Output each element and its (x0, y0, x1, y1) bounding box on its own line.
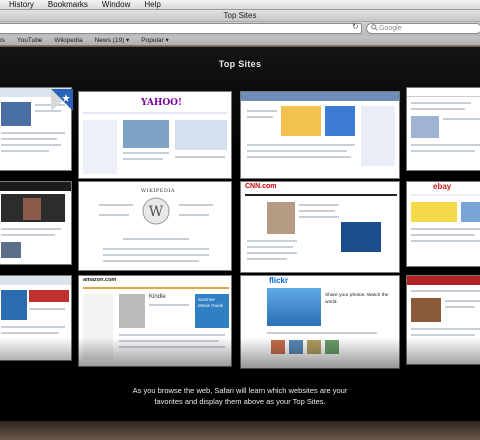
toolbar: ↻ Google (0, 22, 480, 36)
top-site-thumbnail[interactable] (0, 181, 72, 265)
top-site-thumbnail[interactable] (240, 91, 400, 179)
search-icon (371, 24, 378, 31)
menu-history[interactable]: History (0, 0, 40, 10)
summer-movie-label: Summer Movie Guide (198, 297, 224, 308)
flickr-tagline: Share your photos. Watch the world. (325, 293, 389, 305)
window-title: Top Sites (0, 10, 480, 22)
bookmark-popular-folder[interactable]: Popular ▾ (135, 36, 174, 46)
message-line-2: favorites and display them above as your… (154, 397, 326, 406)
top-site-ebay[interactable]: ebay (406, 181, 480, 267)
reload-icon[interactable]: ↻ (352, 22, 359, 32)
flickr-logo: flickr (269, 276, 289, 285)
menu-bar: History Bookmarks Window Help (0, 0, 480, 10)
top-site-yahoo[interactable]: YAHOO! (78, 91, 232, 179)
search-input[interactable]: Google (366, 23, 480, 34)
yahoo-logo: YAHOO! (141, 98, 182, 108)
menu-help[interactable]: Help (136, 0, 166, 10)
bookmarks-bar: ps YouTube Wikipedia News (19) ▾ Popular… (0, 36, 480, 46)
menu-bookmarks[interactable]: Bookmarks (40, 0, 94, 10)
desktop-background (0, 421, 480, 440)
top-sites-message: As you browse the web, Safari will learn… (0, 385, 480, 407)
address-field[interactable] (0, 23, 362, 34)
message-line-1: As you browse the web, Safari will learn… (132, 386, 348, 395)
top-site-cnn[interactable]: CNN.com (240, 181, 400, 273)
top-sites-heading: Top Sites (218, 59, 262, 69)
bookmark-apps[interactable]: ps (0, 36, 11, 46)
top-site-thumbnail[interactable] (406, 87, 480, 171)
top-site-wikipedia[interactable]: WIKIPEDIA W (78, 181, 232, 271)
cnn-logo: CNN.com (245, 183, 277, 190)
menu-window[interactable]: Window (94, 0, 136, 10)
bookmark-youtube[interactable]: YouTube (11, 36, 49, 46)
svg-text:W: W (149, 204, 164, 220)
pin-icon[interactable] (51, 89, 73, 111)
kindle-label: Kindle (149, 294, 166, 300)
wikipedia-globe-icon: W (142, 197, 170, 225)
summer-movie-banner: Summer Movie Guide (195, 294, 229, 328)
bookmark-news-folder[interactable]: News (19) ▾ (89, 36, 136, 46)
amazon-logo: amazon.com (83, 277, 117, 283)
wikipedia-logo: WIKIPEDIA (141, 188, 175, 194)
ebay-logo: ebay (433, 182, 452, 191)
top-sites-view: Top Sites YAHOO! WIKIPEDIA W CNN.com eba… (0, 47, 480, 440)
bookmark-wikipedia[interactable]: Wikipedia (48, 36, 88, 46)
